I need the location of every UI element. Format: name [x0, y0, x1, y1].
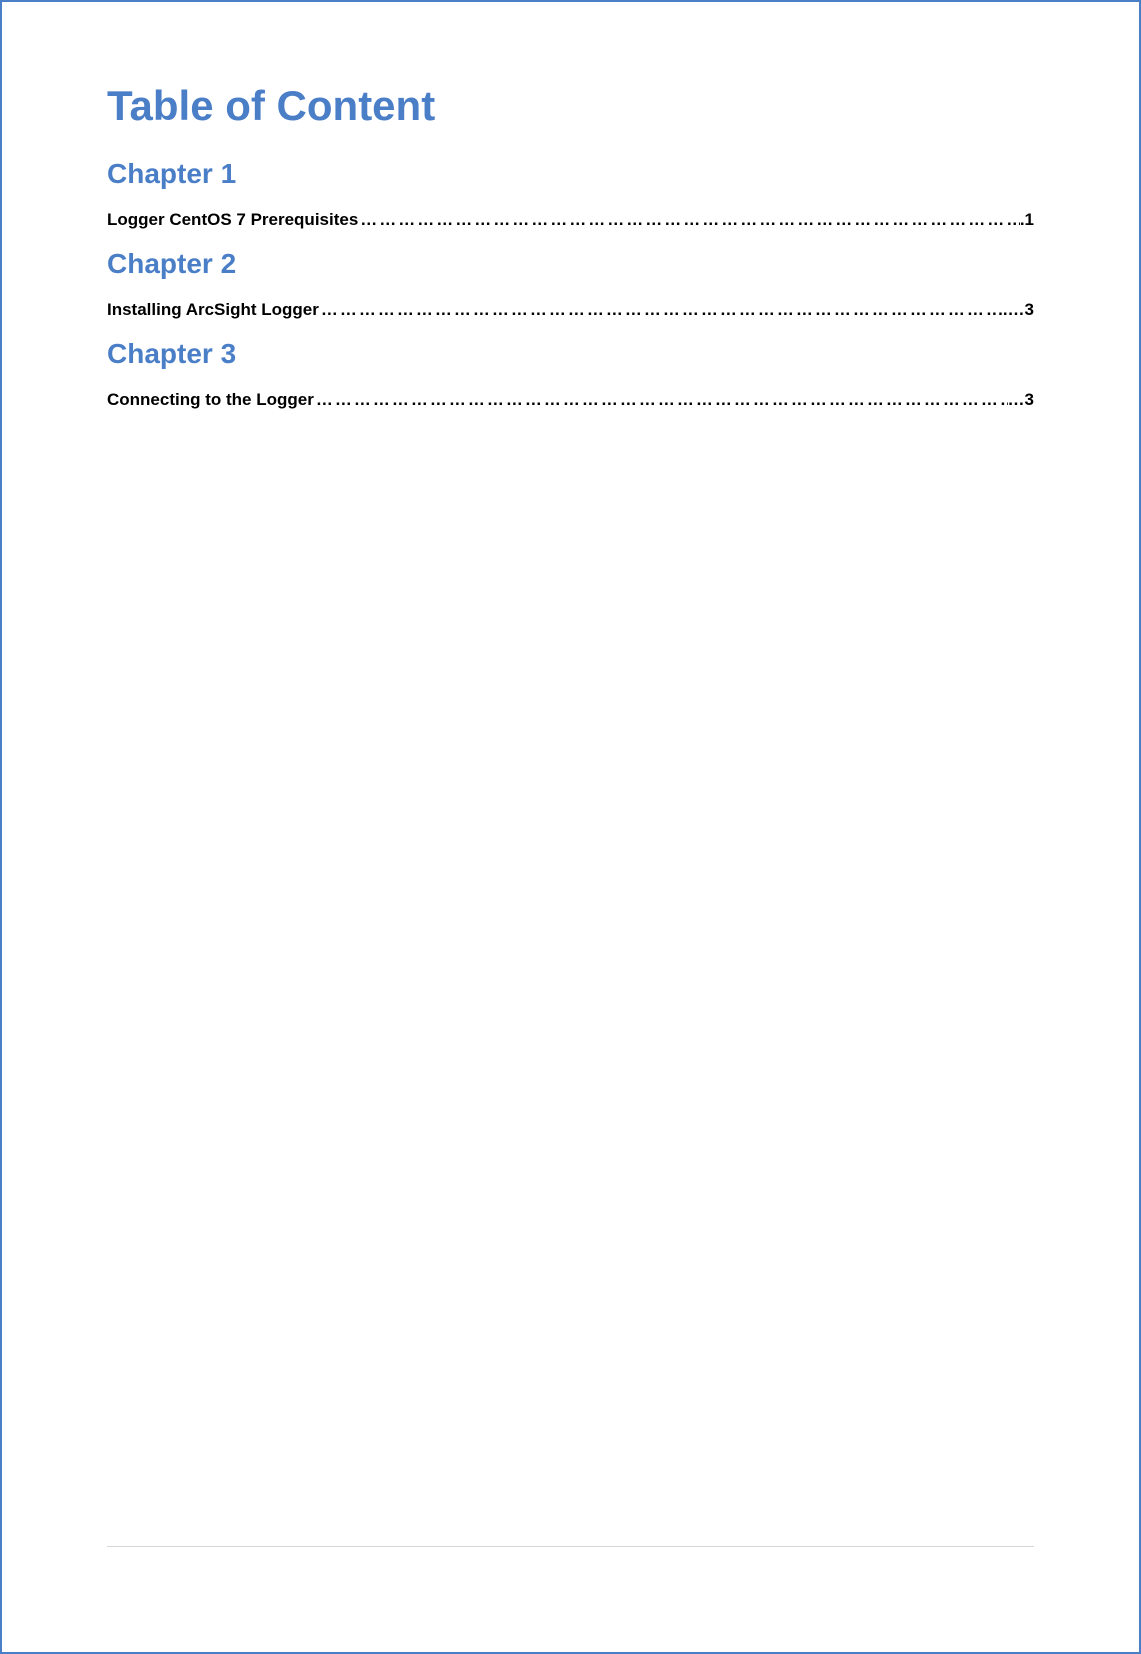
document-page: Table of Content Chapter 1 Logger CentOS… — [2, 2, 1139, 1652]
chapter-heading-1: Chapter 1 — [107, 158, 1034, 190]
toc-entry-label: Installing ArcSight Logger — [107, 300, 319, 320]
toc-entry-page: …3 — [1008, 390, 1034, 410]
toc-dots — [314, 390, 1008, 410]
toc-entry: Installing ArcSight Logger ..…3 — [107, 300, 1034, 320]
chapter-heading-3: Chapter 3 — [107, 338, 1034, 370]
toc-entry-label: Connecting to the Logger — [107, 390, 314, 410]
toc-section-1: Chapter 1 Logger CentOS 7 Prerequisites … — [107, 158, 1034, 230]
toc-dots — [319, 300, 998, 320]
toc-entry-page: .1 — [1020, 210, 1034, 230]
footer-divider — [107, 1546, 1034, 1547]
toc-section-2: Chapter 2 Installing ArcSight Logger ..…… — [107, 248, 1034, 320]
toc-entry: Connecting to the Logger …3 — [107, 390, 1034, 410]
toc-dots — [358, 210, 1020, 230]
toc-section-3: Chapter 3 Connecting to the Logger …3 — [107, 338, 1034, 410]
toc-entry: Logger CentOS 7 Prerequisites .1 — [107, 210, 1034, 230]
page-title: Table of Content — [107, 82, 1034, 130]
chapter-heading-2: Chapter 2 — [107, 248, 1034, 280]
toc-entry-label: Logger CentOS 7 Prerequisites — [107, 210, 358, 230]
toc-entry-page: ..…3 — [998, 300, 1034, 320]
